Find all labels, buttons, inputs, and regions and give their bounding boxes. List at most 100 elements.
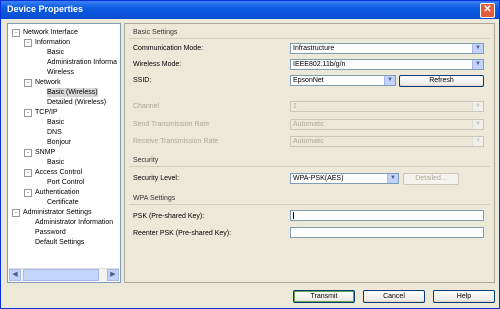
reenter-psk-input[interactable] (290, 227, 484, 238)
tree-item-label: Certificate (47, 199, 79, 206)
navigation-tree: - Network Interface - Information Basic Admin… (8, 26, 120, 270)
wireless-mode-label: Wireless Mode: (133, 61, 182, 68)
collapse-icon[interactable]: - (12, 209, 20, 217)
channel-value: 1 (293, 103, 297, 110)
tree-item[interactable]: Default Settings (8, 238, 120, 247)
tree-item-label: Basic (47, 159, 65, 166)
tree-item[interactable]: Administration Informa (8, 58, 120, 67)
reenter-psk-label: Reenter PSK (Pre-shared Key): (133, 230, 232, 237)
security-level-value: WPA-PSK(AES) (293, 175, 344, 182)
security-level-label: Security Level: (133, 175, 179, 182)
chevron-down-icon[interactable]: ▼ (472, 120, 483, 129)
tree-item[interactable]: - Network Interface (8, 28, 120, 37)
collapse-icon[interactable]: - (24, 39, 32, 47)
tree-item[interactable]: - Information (8, 38, 120, 47)
tree-item[interactable]: - TCP/IP (8, 108, 120, 117)
psk-label: PSK (Pre-shared Key): (133, 213, 205, 220)
horizontal-scrollbar[interactable]: ◀ ▶ (9, 268, 119, 281)
security-divider (129, 166, 490, 167)
settings-panel: Basic Settings Communication Mode: Infra… (124, 23, 495, 283)
text-caret (293, 212, 294, 219)
tree-item[interactable]: Detailed (Wireless) (8, 98, 120, 107)
tree-item[interactable]: Basic (Wireless) (8, 88, 120, 97)
tree-item-label: Information (35, 39, 71, 46)
help-button[interactable]: Help (433, 290, 495, 303)
ssid-combobox[interactable]: EpsonNet ▼ (290, 75, 396, 86)
tree-item[interactable]: - Administrator Settings (8, 208, 120, 217)
wpa-settings-divider (129, 204, 490, 205)
wireless-mode-value: IEEE802.11b/g/n (293, 61, 346, 68)
tree-item[interactable]: - SNMP (8, 148, 120, 157)
collapse-icon[interactable]: - (12, 29, 20, 37)
channel-select[interactable]: 1 ▼ (290, 101, 484, 112)
tree-item-label: Network (35, 79, 61, 86)
psk-input[interactable] (290, 210, 484, 221)
basic-settings-divider (129, 38, 490, 39)
chevron-down-icon[interactable]: ▼ (472, 44, 483, 53)
tree-item-label: Administrator Information (35, 219, 114, 226)
tree-item-label: Basic (47, 119, 65, 126)
tree-item[interactable]: Administrator Information (8, 218, 120, 227)
refresh-button[interactable]: Refresh (399, 75, 484, 87)
send-transmission-rate-select[interactable]: Automatic ▼ (290, 119, 484, 130)
chevron-down-icon[interactable]: ▼ (384, 76, 395, 85)
tree-item-label: TCP/IP (35, 109, 58, 116)
tree-item[interactable]: - Network (8, 78, 120, 87)
tree-item[interactable]: Basic (8, 118, 120, 127)
navigation-tree-panel: - Network Interface - Information Basic Admin… (7, 23, 121, 283)
tree-item[interactable]: Basic (8, 158, 120, 167)
wpa-settings-title: WPA Settings (133, 195, 176, 202)
channel-label: Channel (133, 103, 160, 110)
tree-item[interactable]: - Authentication (8, 188, 120, 197)
tree-item-label: Wireless (47, 69, 74, 76)
collapse-icon[interactable]: - (24, 189, 32, 197)
receive-transmission-rate-select[interactable]: Automatic ▼ (290, 136, 484, 147)
tree-item[interactable]: Certificate (8, 198, 120, 207)
tree-item[interactable]: DNS (8, 128, 120, 137)
wireless-mode-select[interactable]: IEEE802.11b/g/n ▼ (290, 59, 484, 70)
chevron-down-icon[interactable]: ▼ (472, 102, 483, 111)
tree-item[interactable]: - Access Control (8, 168, 120, 177)
ssid-value: EpsonNet (293, 77, 324, 84)
send-transmission-rate-value: Automatic (293, 121, 325, 128)
chevron-down-icon[interactable]: ▼ (387, 174, 398, 183)
receive-transmission-rate-label: Receive Transmission Rate (133, 138, 219, 145)
tree-item-label: Administrator Settings (23, 209, 92, 216)
device-properties-window: Device Properties ✕ - Network Interface - I… (0, 0, 500, 309)
scrollbar-thumb[interactable] (23, 269, 99, 281)
tree-item-label: SNMP (35, 149, 56, 156)
tree-item-label: Bonjour (47, 139, 72, 146)
tree-item-label: Default Settings (35, 239, 85, 246)
tree-item[interactable]: Port Control (8, 178, 120, 187)
scroll-left-icon[interactable]: ◀ (9, 269, 21, 281)
collapse-icon[interactable]: - (24, 149, 32, 157)
tree-item-label: Access Control (35, 169, 83, 176)
tree-item[interactable]: Password (8, 228, 120, 237)
scroll-right-icon[interactable]: ▶ (107, 269, 119, 281)
collapse-icon[interactable]: - (24, 169, 32, 177)
title-bar[interactable]: Device Properties ✕ (1, 1, 499, 19)
tree-item-label: Basic (47, 49, 65, 56)
tree-item-label: Authentication (35, 189, 80, 196)
security-level-select[interactable]: WPA-PSK(AES) ▼ (290, 173, 399, 184)
tree-item-label: DNS (47, 129, 62, 136)
send-transmission-rate-label: Send Transmission Rate (133, 121, 210, 128)
tree-item-label: Basic (Wireless) (47, 88, 98, 97)
close-icon[interactable]: ✕ (480, 3, 495, 18)
tree-item[interactable]: Basic (8, 48, 120, 57)
collapse-icon[interactable]: - (24, 79, 32, 87)
detailed-button[interactable]: Detailed... (403, 173, 459, 185)
tree-item[interactable]: Wireless (8, 68, 120, 77)
communication-mode-label: Communication Mode: (133, 45, 204, 52)
cancel-button[interactable]: Cancel (363, 290, 425, 303)
tree-item[interactable]: Bonjour (8, 138, 120, 147)
tree-item-label: Network Interface (23, 29, 78, 36)
security-title: Security (133, 157, 159, 164)
communication-mode-select[interactable]: Infrastructure ▼ (290, 43, 484, 54)
transmit-button[interactable]: Transmit (293, 290, 355, 303)
collapse-icon[interactable]: - (24, 109, 32, 117)
tree-item-label: Port Control (47, 179, 85, 186)
chevron-down-icon[interactable]: ▼ (472, 60, 483, 69)
chevron-down-icon[interactable]: ▼ (472, 137, 483, 146)
tree-item-label: Password (35, 229, 66, 236)
